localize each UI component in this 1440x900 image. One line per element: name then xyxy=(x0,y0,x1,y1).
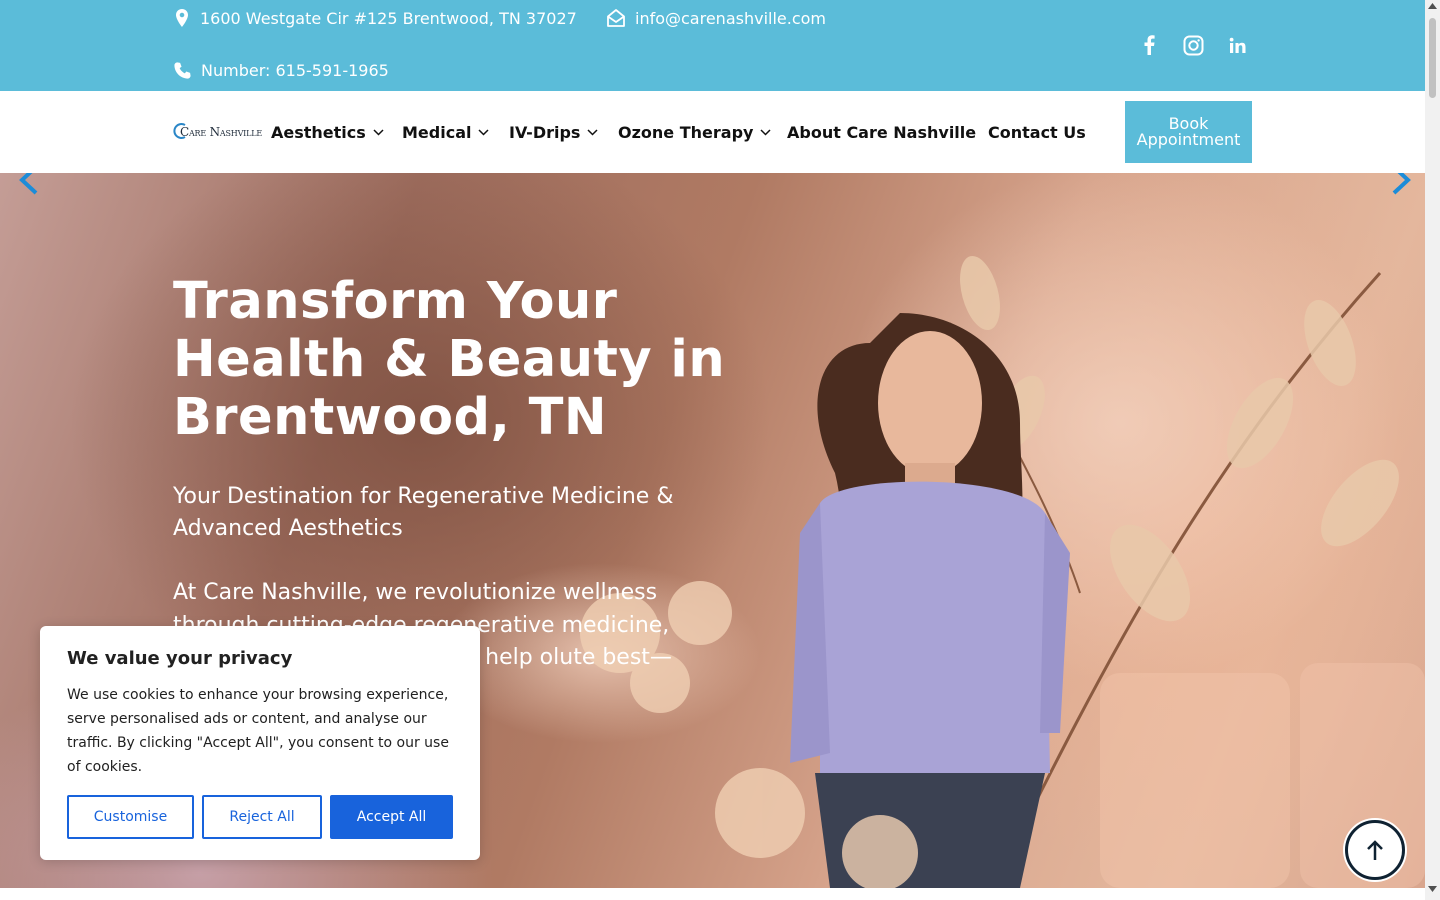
scroll-down-arrow-icon[interactable] xyxy=(1428,886,1437,892)
reject-all-button[interactable]: Reject All xyxy=(202,795,322,839)
address-text: 1600 Westgate Cir #125 Brentwood, TN 370… xyxy=(200,8,577,28)
back-to-top-button[interactable] xyxy=(1345,820,1405,880)
page-scrollbar[interactable] xyxy=(1425,0,1440,900)
cookie-title: We value your privacy xyxy=(67,648,293,669)
chevron-down-icon xyxy=(760,128,771,136)
logo-mark-icon xyxy=(173,123,186,139)
nav-iv-drips[interactable]: IV-Drips xyxy=(509,121,598,143)
chevron-down-icon xyxy=(373,128,384,136)
chevron-down-icon xyxy=(478,128,490,136)
book-appointment-button[interactable]: Book Appointment xyxy=(1125,101,1252,163)
address-info: 1600 Westgate Cir #125 Brentwood, TN 370… xyxy=(173,8,577,28)
cookie-description: We use cookies to enhance your browsing … xyxy=(67,687,449,775)
email-link[interactable]: info@carenashville.com xyxy=(635,9,826,28)
phone-text[interactable]: Number: 615-591-1965 xyxy=(201,61,389,80)
nav-label: IV-Drips xyxy=(509,122,581,142)
slider-next-icon[interactable] xyxy=(1386,173,1416,195)
instagram-icon xyxy=(1183,35,1203,55)
accept-all-button[interactable]: Accept All xyxy=(330,795,453,839)
nav-contact[interactable]: Contact Us xyxy=(988,121,1086,143)
facebook-icon xyxy=(1144,35,1155,55)
main-navbar: Care Nashville Aesthetics Medical IV-Dri… xyxy=(0,91,1425,173)
arrow-up-icon xyxy=(1367,840,1383,860)
nav-aesthetics[interactable]: Aesthetics xyxy=(271,121,384,143)
hero-title: Transform Your Health & Beauty in Brentw… xyxy=(173,272,726,447)
nav-about[interactable]: About Care Nashville xyxy=(787,121,976,143)
nav-label: Ozone Therapy xyxy=(618,122,754,142)
facebook-link[interactable] xyxy=(1137,33,1161,57)
customise-button[interactable]: Customise xyxy=(67,795,194,839)
top-info-bar: 1600 Westgate Cir #125 Brentwood, TN 370… xyxy=(0,0,1425,91)
nav-medical[interactable]: Medical xyxy=(402,121,490,143)
cookie-consent-banner: We value your privacy We use cookies to … xyxy=(40,626,480,860)
scroll-up-arrow-icon[interactable] xyxy=(1428,3,1437,9)
linkedin-link[interactable] xyxy=(1225,33,1249,57)
slider-prev-icon[interactable] xyxy=(14,173,44,195)
instagram-link[interactable] xyxy=(1181,33,1205,57)
nav-label: Aesthetics xyxy=(271,122,366,142)
location-pin-icon xyxy=(176,9,188,27)
envelope-open-icon xyxy=(607,9,625,27)
nav-label: Medical xyxy=(402,122,472,142)
nav-ozone-therapy[interactable]: Ozone Therapy xyxy=(618,121,771,143)
hero-subtitle: Your Destination for Regenerative Medici… xyxy=(173,484,674,541)
linkedin-icon xyxy=(1229,37,1245,53)
care-nashville-logo[interactable]: Care Nashville xyxy=(172,120,262,144)
phone-icon xyxy=(174,61,191,79)
nav-label: About Care Nashville xyxy=(787,122,977,142)
scrollbar-thumb[interactable] xyxy=(1429,18,1436,98)
nav-label: Contact Us xyxy=(988,122,1086,142)
email-info[interactable]: info@carenashville.com xyxy=(606,8,826,28)
chevron-down-icon xyxy=(587,128,598,136)
phone-info[interactable]: Number: 615-591-1965 xyxy=(173,60,389,80)
